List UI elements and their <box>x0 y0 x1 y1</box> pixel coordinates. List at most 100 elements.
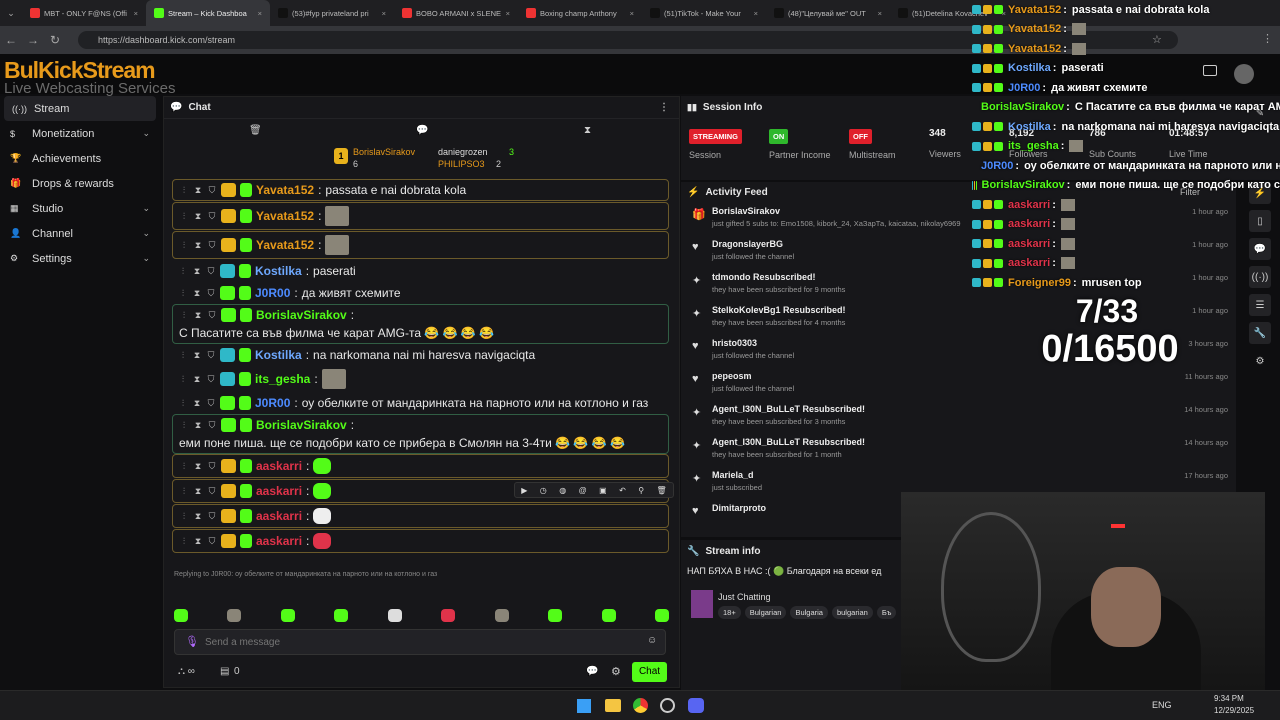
chat-message[interactable]: ⫶ ⧗ ⛉ J0R00: да живят схемите <box>172 282 669 304</box>
chat-message[interactable]: ⫶ ⧗ ⛉ its_gesha: <box>172 366 669 392</box>
chat-send-button[interactable]: Chat <box>632 662 667 682</box>
timeout-icon[interactable]: ⧗ <box>192 266 202 277</box>
chat-username[interactable]: Yavata152 <box>256 183 314 197</box>
timeout-icon[interactable]: ⧗ <box>193 536 203 547</box>
browser-tab[interactable]: MBT - ONLY F@NS (Offi × <box>22 0 146 26</box>
shield-icon[interactable]: ⛉ <box>207 420 217 431</box>
chat-message[interactable]: ⫶ ⧗ ⛉ J0R00: оу обелките от мандаринката на … <box>172 392 669 414</box>
infinity-icon[interactable]: ⛬ ∞ <box>178 666 195 677</box>
hide-icon[interactable]: ◍ <box>559 486 566 495</box>
pin-message-icon[interactable]: ⫶ <box>179 211 189 222</box>
timeout-icon[interactable]: ⧗ <box>192 350 202 361</box>
timeout-icon[interactable]: ⧗ <box>193 511 203 522</box>
chat-message[interactable]: ⫶ ⧗ ⛉ Kostilka: na narkomana nai mi haresva … <box>172 344 669 366</box>
sidebar-item-studio[interactable]: ▦ Studio ⌄ <box>0 196 160 221</box>
pin-message-icon[interactable]: ⫶ <box>178 350 188 361</box>
emote-icon[interactable] <box>280 609 295 622</box>
shield-icon[interactable]: ⛉ <box>207 240 217 251</box>
settings-gear-icon[interactable]: ⚙ <box>611 665 621 678</box>
feed-item[interactable]: ✦ Agent_I30N_BuLLeT Resubscribed! they hav… <box>681 433 1236 466</box>
hourglass-icon[interactable]: ⧗ <box>584 125 591 136</box>
pin-message-icon[interactable]: ⫶ <box>178 266 188 277</box>
emote-icon[interactable] <box>548 609 563 622</box>
pin-icon[interactable]: ⚲ <box>638 486 644 495</box>
chat-username[interactable]: aaskarri <box>256 459 302 473</box>
sidebar-item-channel[interactable]: 👤 Channel ⌄ <box>0 221 160 246</box>
chat-username[interactable]: J0R00 <box>255 396 290 410</box>
shield-icon[interactable]: ⛉ <box>206 398 216 409</box>
tab-close-icon[interactable]: × <box>258 9 262 18</box>
discord-icon[interactable] <box>688 698 704 713</box>
sidebar-item-drops[interactable]: 🎁 Drops & rewards <box>0 171 160 196</box>
tool-icon[interactable]: 🔧 <box>1249 322 1271 344</box>
browser-tab[interactable]: BOBO ARMANI x SLENE × <box>394 0 518 26</box>
stream-tag[interactable]: Бъ <box>876 606 897 619</box>
chat-bubble-icon[interactable]: 💬 <box>586 666 598 677</box>
pin-message-icon[interactable]: ⫶ <box>179 240 189 251</box>
emote-icon[interactable] <box>494 609 509 622</box>
pin-message-icon[interactable]: ⫶ <box>179 461 189 472</box>
windows-start-icon[interactable] <box>577 699 591 713</box>
chat-message[interactable]: ⫶ ⧗ ⛉ Yavata152: passata e nai dobrata kola <box>172 179 669 201</box>
browser-tab[interactable]: Stream – Kick Dashboa × <box>146 0 270 26</box>
chevron-down-icon[interactable]: ⌄ <box>142 253 150 264</box>
shield-icon[interactable]: ⛉ <box>206 350 216 361</box>
shield-icon[interactable]: ⛉ <box>207 536 217 547</box>
tab-list-icon[interactable]: ⌄ <box>0 8 22 19</box>
chat-message[interactable]: ⫶ ⧗ ⛉ Kostilka: paserati <box>172 260 669 282</box>
emote-icon[interactable] <box>227 609 242 622</box>
chat-message[interactable]: ⫶ ⧗ ⛉ aaskarri: <box>172 504 669 528</box>
timeout-icon[interactable]: ⧗ <box>192 398 202 409</box>
shield-icon[interactable]: ⛉ <box>207 486 217 497</box>
emote-icon[interactable] <box>441 609 456 622</box>
feed-item[interactable]: ✦ Agent_I30N_BuLLeT Resubscribed! they hav… <box>681 400 1236 433</box>
pin-message-icon[interactable]: ⫶ <box>178 288 188 299</box>
speech-icon[interactable]: 💬 <box>416 125 428 136</box>
back-icon[interactable]: ← <box>0 33 22 47</box>
stream-tag[interactable]: Bulgaria <box>790 606 828 619</box>
trash-icon[interactable]: 🗑 <box>249 125 262 136</box>
sidebar-item-stream[interactable]: ((·)) Stream <box>4 96 156 121</box>
chat-username[interactable]: J0R00 <box>255 286 290 300</box>
chat-message[interactable]: ⫶ ⧗ ⛉ aaskarri: <box>172 454 669 478</box>
mention-icon[interactable]: @ <box>579 486 587 495</box>
chat-username[interactable]: BorislavSirakov <box>256 308 347 322</box>
gear-small-icon[interactable]: ⚙ <box>1249 350 1271 372</box>
timeout-icon[interactable]: ⧗ <box>193 211 203 222</box>
shield-icon[interactable]: ⛉ <box>207 511 217 522</box>
stream-tag[interactable]: bulgarian <box>831 606 873 619</box>
pin-message-icon[interactable]: ⫶ <box>179 420 189 431</box>
obs-icon[interactable] <box>660 698 675 713</box>
pin-message-icon[interactable]: ⫶ <box>179 486 189 497</box>
sidebar-item-monetization[interactable]: $ Monetization ⌄ <box>0 121 160 146</box>
emote-icon[interactable] <box>334 609 349 622</box>
reload-icon[interactable]: ↻ <box>44 33 66 47</box>
forward-icon[interactable]: → <box>22 33 44 47</box>
tab-close-icon[interactable]: × <box>878 9 882 18</box>
stack-icon[interactable]: ☰ <box>1249 294 1271 316</box>
browser-tab[interactable]: (51)TikTok - Make Your × <box>642 0 766 26</box>
timeout-icon[interactable]: ⧗ <box>193 420 203 431</box>
timeout-icon[interactable]: ⧗ <box>192 374 202 385</box>
reply-icon[interactable]: ↶ <box>619 486 626 495</box>
play-icon[interactable]: ▶ <box>521 486 527 495</box>
timeout-icon[interactable]: ⧗ <box>193 185 203 196</box>
chat-username[interactable]: Yavata152 <box>256 238 314 252</box>
delete-icon[interactable]: 🗑 <box>657 486 667 495</box>
stream-tag[interactable]: 18+ <box>718 606 741 619</box>
microphone-icon[interactable]: 🎙 <box>185 635 199 648</box>
emote-icon[interactable] <box>387 609 402 622</box>
shield-icon[interactable]: ⛉ <box>206 374 216 385</box>
chat-message[interactable]: ⫶ ⧗ ⛉ Yavata152: <box>172 202 669 230</box>
chat-username[interactable]: Yavata152 <box>256 209 314 223</box>
emote-icon[interactable] <box>174 609 188 622</box>
chat-menu-icon[interactable]: ⋮ <box>659 102 669 113</box>
chat-message[interactable]: ⫶ ⧗ ⛉ aaskarri: <box>172 529 669 553</box>
chevron-down-icon[interactable]: ⌄ <box>142 228 150 239</box>
emote-icon[interactable] <box>654 609 669 622</box>
emoji-icon[interactable]: ☺ <box>647 635 657 646</box>
chat-message[interactable]: ⫶ ⧗ ⛉ BorislavSirakov: еми поне пиша. ще се … <box>172 414 669 454</box>
shield-icon[interactable]: ⛉ <box>206 266 216 277</box>
chevron-down-icon[interactable]: ⌄ <box>142 203 150 214</box>
clock-date[interactable]: 12/29/2025 <box>1214 706 1254 715</box>
